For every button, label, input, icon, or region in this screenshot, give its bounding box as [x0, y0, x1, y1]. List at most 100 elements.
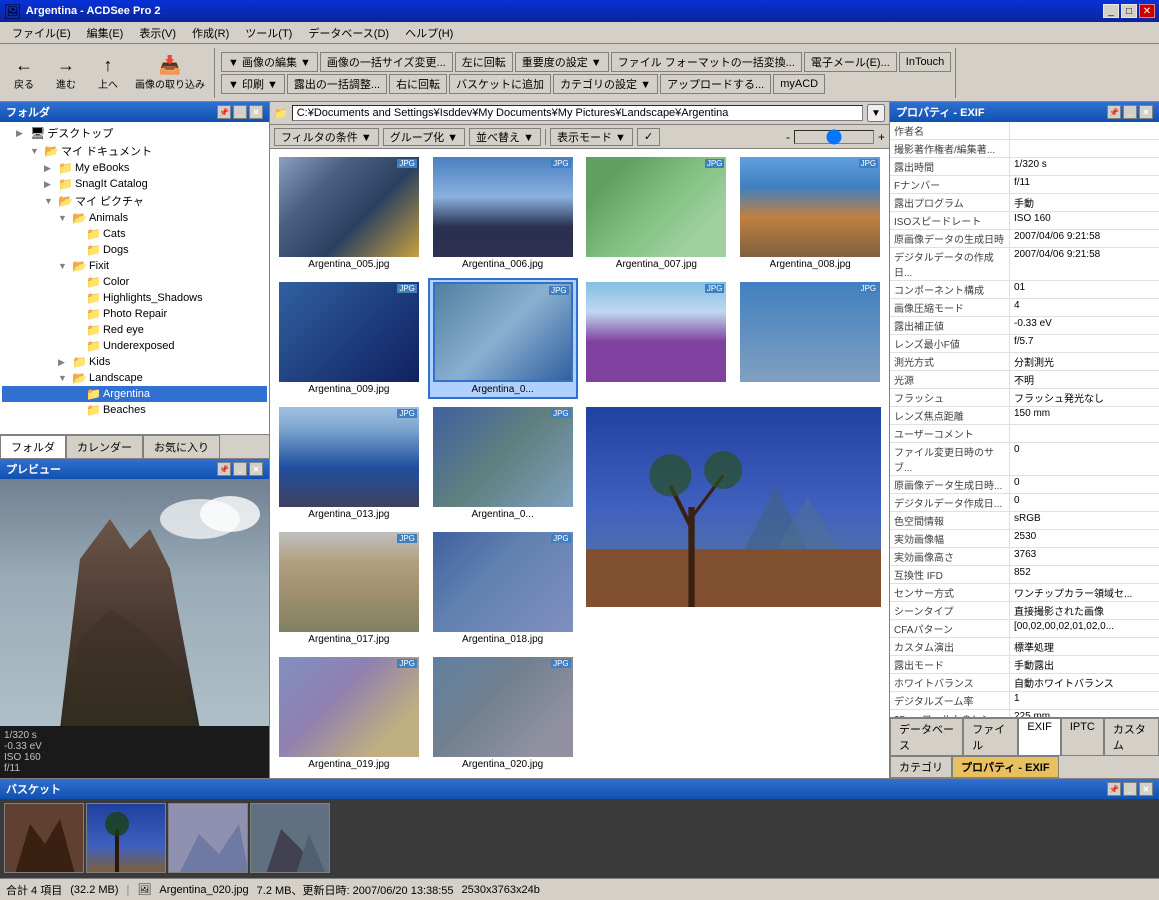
- thumb-item-arg17[interactable]: JPG Argentina_017.jpg: [274, 528, 424, 649]
- preview-minimize-button[interactable]: _: [233, 462, 247, 476]
- menu-edit[interactable]: 編集(E): [79, 23, 132, 43]
- intouch-button[interactable]: InTouch: [899, 52, 952, 72]
- upload-button[interactable]: アップロードする...: [660, 74, 771, 94]
- exif-close-button[interactable]: ✕: [1139, 105, 1153, 119]
- tree-item-highlights[interactable]: 📁 Highlights_Shadows: [2, 290, 267, 306]
- tree-item-kids[interactable]: ▶ 📁 Kids: [2, 354, 267, 370]
- exif-pin-button[interactable]: 📌: [1107, 105, 1121, 119]
- tree-item-mydocs[interactable]: ▼ 📂 マイ ドキュメント: [2, 142, 267, 160]
- folder-tree[interactable]: ▶ 🖥 デスクトップ ▼ 📂 マイ ドキュメント ▶ 📁 My eBooks ▶…: [0, 122, 269, 434]
- forward-button[interactable]: → 進む: [46, 52, 86, 94]
- tree-item-landscape[interactable]: ▼ 📂 Landscape: [2, 370, 267, 386]
- filter-button[interactable]: フィルタの条件 ▼: [274, 128, 379, 146]
- thumb-item-arg20[interactable]: JPG Argentina_020.jpg: [428, 653, 578, 774]
- tree-item-photorepair[interactable]: 📁 Photo Repair: [2, 306, 267, 322]
- tree-item-animals[interactable]: ▼ 📂 Animals: [2, 210, 267, 226]
- maximize-button[interactable]: □: [1121, 4, 1137, 18]
- exif-tab-custom[interactable]: カスタム: [1104, 718, 1159, 755]
- menu-help[interactable]: ヘルプ(H): [397, 23, 461, 43]
- thumb-item-arg15[interactable]: JPG: [582, 403, 886, 649]
- check-button[interactable]: ✓: [637, 128, 660, 146]
- panel-pin-button[interactable]: 📌: [217, 105, 231, 119]
- basket-thumb-3[interactable]: [168, 803, 248, 873]
- path-dropdown-button[interactable]: ▼: [867, 104, 885, 122]
- view-mode-button[interactable]: 表示モード ▼: [550, 128, 633, 146]
- thumb-item-arg5[interactable]: JPG Argentina_005.jpg: [274, 153, 424, 274]
- tree-item-snagit[interactable]: ▶ 📁 SnagIt Catalog: [2, 176, 267, 192]
- panel-minimize-button[interactable]: _: [233, 105, 247, 119]
- zoom-slider[interactable]: [794, 130, 874, 144]
- tree-item-color[interactable]: 📁 Color: [2, 274, 267, 290]
- path-input[interactable]: [292, 105, 863, 121]
- basket-close-button[interactable]: ✕: [1139, 782, 1153, 796]
- tree-item-myebooks[interactable]: ▶ 📁 My eBooks: [2, 160, 267, 176]
- minimize-button[interactable]: _: [1103, 4, 1119, 18]
- cat-tab-properties[interactable]: プロパティ - EXIF: [952, 756, 1059, 778]
- menu-database[interactable]: データベース(D): [300, 23, 397, 43]
- basket-thumb-1[interactable]: [4, 803, 84, 873]
- exif-row-colorspace: 色空間情報sRGB: [890, 512, 1159, 530]
- edit-image-button[interactable]: ▼ 画像の編集 ▼: [221, 52, 318, 72]
- priority-button[interactable]: 重要度の設定 ▼: [515, 52, 609, 72]
- basket-thumb-4[interactable]: [250, 803, 330, 873]
- basket-add-button[interactable]: バスケットに追加: [449, 74, 551, 94]
- tree-item-argentina[interactable]: 📁 Argentina: [2, 386, 267, 402]
- thumbnail-grid[interactable]: JPG Argentina_005.jpg JPG Argentina_006.…: [270, 149, 889, 778]
- tree-item-mypictures[interactable]: ▼ 📂 マイ ピクチャ: [2, 192, 267, 210]
- menu-create[interactable]: 作成(R): [184, 23, 237, 43]
- tree-item-desktop[interactable]: ▶ 🖥 デスクトップ: [2, 124, 267, 142]
- tree-item-dogs[interactable]: 📁 Dogs: [2, 242, 267, 258]
- up-button[interactable]: ↑ 上へ: [88, 52, 128, 94]
- menu-file[interactable]: ファイル(E): [4, 23, 79, 43]
- tree-item-underexposed[interactable]: 📁 Underexposed: [2, 338, 267, 354]
- menu-tools[interactable]: ツール(T): [237, 23, 300, 43]
- basket-minimize-button[interactable]: _: [1123, 782, 1137, 796]
- panel-close-button[interactable]: ✕: [249, 105, 263, 119]
- thumb-item-arg11[interactable]: JPG: [582, 278, 732, 399]
- tree-item-redeye[interactable]: 📁 Red eye: [2, 322, 267, 338]
- thumb-item-arg6[interactable]: JPG Argentina_006.jpg: [428, 153, 578, 274]
- thumb-item-arg7[interactable]: JPG Argentina_007.jpg: [582, 153, 732, 274]
- format-badge: JPG: [859, 159, 879, 168]
- tab-favorites[interactable]: お気に入り: [143, 435, 220, 458]
- thumb-item-arg10[interactable]: JPG Argentina_0...: [428, 278, 578, 399]
- exposure-button[interactable]: 露出の一括調整...: [287, 74, 387, 94]
- cat-tab-category[interactable]: カテゴリ: [890, 756, 952, 778]
- thumb-item-arg19[interactable]: JPG Argentina_019.jpg: [274, 653, 424, 774]
- thumb-item-arg12[interactable]: JPG: [735, 278, 885, 399]
- exif-tab-file[interactable]: ファイル: [963, 718, 1018, 755]
- batch-size-button[interactable]: 画像の一括サイズ変更...: [320, 52, 453, 72]
- thumb-item-arg13[interactable]: JPG Argentina_013.jpg: [274, 403, 424, 524]
- group-button[interactable]: グループ化 ▼: [383, 128, 465, 146]
- print-button[interactable]: ▼ 印刷 ▼: [221, 74, 285, 94]
- sort-button[interactable]: 並べ替え ▼: [469, 128, 541, 146]
- exif-tab-database[interactable]: データベース: [890, 718, 963, 755]
- exif-tab-exif[interactable]: EXIF: [1018, 718, 1060, 755]
- menu-view[interactable]: 表示(V): [131, 23, 184, 43]
- thumb-item-arg9[interactable]: JPG Argentina_009.jpg: [274, 278, 424, 399]
- tree-item-fixit[interactable]: ▼ 📂 Fixit: [2, 258, 267, 274]
- basket-pin-button[interactable]: 📌: [1107, 782, 1121, 796]
- preview-close-button[interactable]: ✕: [249, 462, 263, 476]
- exif-minimize-button[interactable]: _: [1123, 105, 1137, 119]
- exif-tab-iptc[interactable]: IPTC: [1061, 718, 1104, 755]
- rotate-right-button[interactable]: 右に回転: [389, 74, 447, 94]
- preview-pin-button[interactable]: 📌: [217, 462, 231, 476]
- tree-item-beaches[interactable]: 📁 Beaches: [2, 402, 267, 418]
- back-button[interactable]: ← 戻る: [4, 52, 44, 94]
- format-button[interactable]: ファイル フォーマットの一括変換...: [611, 52, 802, 72]
- tab-folders[interactable]: フォルダ: [0, 435, 66, 459]
- thumb-item-arg8[interactable]: JPG Argentina_008.jpg: [735, 153, 885, 274]
- close-button[interactable]: ✕: [1139, 4, 1155, 18]
- basket-thumb-2[interactable]: [86, 803, 166, 873]
- expand-icon: ▶: [44, 179, 56, 190]
- thumb-item-arg14[interactable]: JPG Argentina_0...: [428, 403, 578, 524]
- tab-calendar[interactable]: カレンダー: [66, 435, 143, 458]
- thumb-item-arg18[interactable]: JPG Argentina_018.jpg: [428, 528, 578, 649]
- myacd-button[interactable]: myACD: [773, 74, 825, 94]
- rotate-left-button[interactable]: 左に回転: [455, 52, 513, 72]
- email-button[interactable]: 電子メール(E)...: [804, 52, 897, 72]
- category-button[interactable]: カテゴリの設定 ▼: [553, 74, 658, 94]
- import-button[interactable]: 📥 画像の取り込み: [130, 52, 210, 94]
- tree-item-cats[interactable]: 📁 Cats: [2, 226, 267, 242]
